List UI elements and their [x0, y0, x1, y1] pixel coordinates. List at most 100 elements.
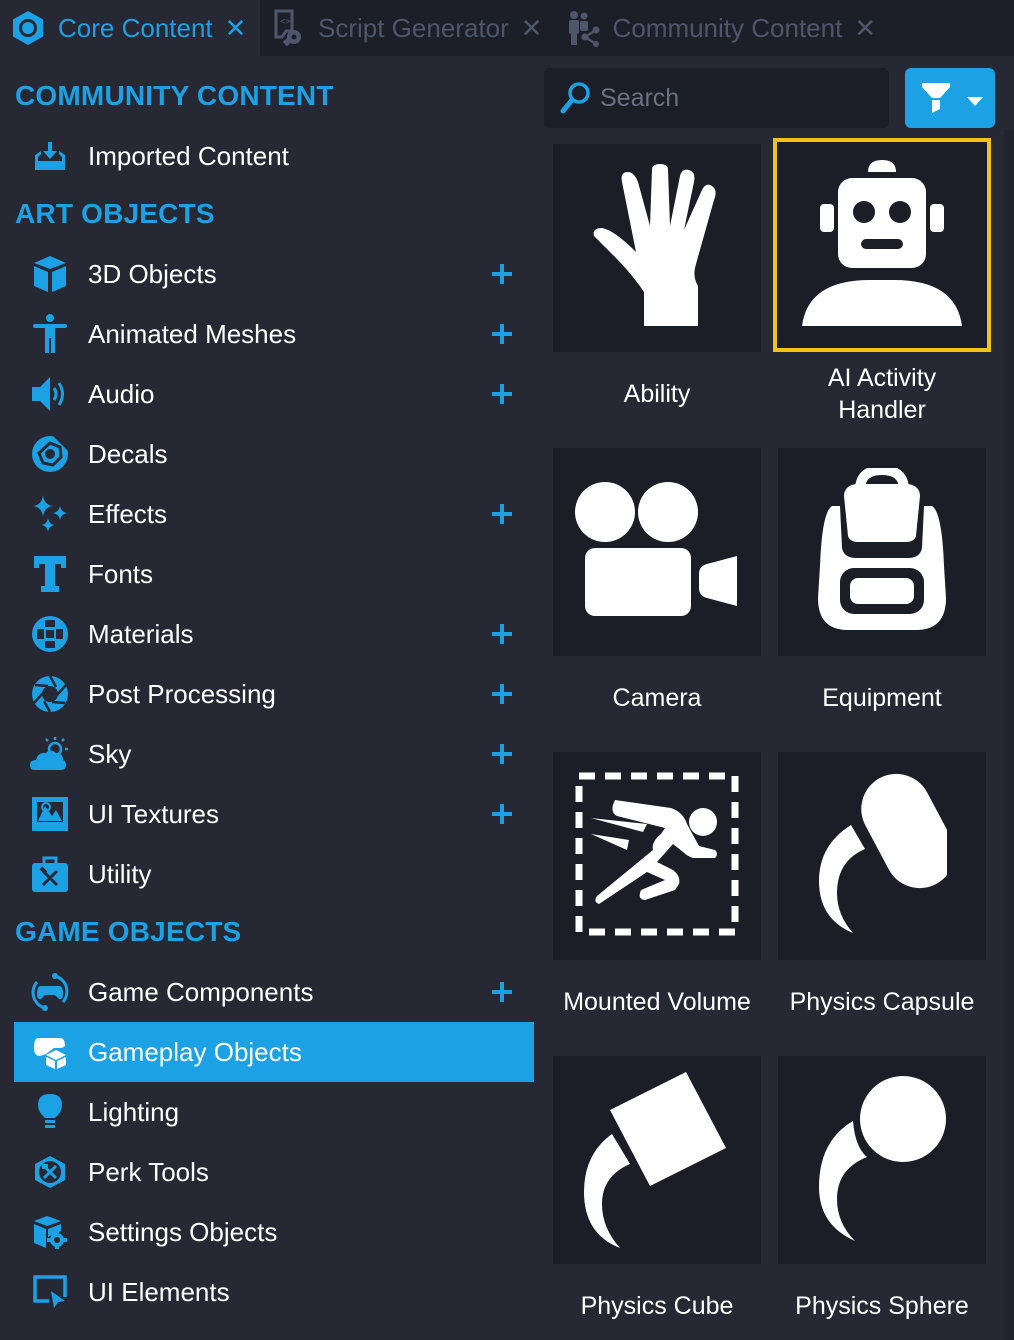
- filter-icon: [921, 82, 951, 119]
- add-icon[interactable]: [488, 620, 516, 648]
- sidebar-item-imported-content[interactable]: Imported Content: [14, 126, 534, 186]
- add-icon[interactable]: [488, 320, 516, 348]
- sidebar-item-lighting[interactable]: Lighting: [14, 1082, 534, 1142]
- sidebar-item-label: Utility: [88, 858, 152, 889]
- toolbox-icon: [30, 854, 70, 894]
- settings-cube-icon: [30, 1212, 70, 1252]
- sidebar-item-perk-tools[interactable]: Perk Tools: [14, 1142, 534, 1202]
- sidebar-item-materials[interactable]: Materials: [14, 604, 534, 664]
- image-icon: [30, 794, 70, 834]
- sidebar-item-label: 3D Objects: [88, 258, 217, 289]
- sidebar-item-fonts[interactable]: Fonts: [14, 544, 534, 604]
- tile-image: [778, 752, 986, 960]
- tile-image: [553, 144, 761, 352]
- search-input[interactable]: [600, 68, 880, 128]
- sidebar-item-label: Lighting: [88, 1096, 180, 1127]
- sidebar-item-gameplay-objects[interactable]: Gameplay Objects: [14, 1022, 534, 1082]
- sidebar-item-label: Decals: [88, 438, 168, 469]
- tab-community-content[interactable]: Community Content ✕: [555, 0, 889, 56]
- add-icon[interactable]: [488, 380, 516, 408]
- close-icon[interactable]: ✕: [521, 13, 543, 44]
- running-volume-icon: [575, 772, 739, 941]
- sidebar-item-label: Sky: [88, 738, 132, 769]
- tile-image: [773, 138, 991, 352]
- sidebar-item-game-components[interactable]: Game Components: [14, 962, 534, 1022]
- tile-label: Ability: [623, 380, 691, 408]
- sidebar-item-settings-objects[interactable]: Settings Objects: [14, 1202, 534, 1262]
- community-content-icon: [565, 10, 601, 47]
- sidebar-item-sky[interactable]: Sky: [14, 724, 534, 784]
- robot-icon: [800, 159, 964, 331]
- tile-image: [553, 448, 761, 656]
- add-icon[interactable]: [488, 740, 516, 768]
- tab-label: Core Content: [58, 12, 213, 43]
- svg-text:<>: <>: [280, 17, 291, 27]
- tab-core-content[interactable]: Core Content ✕: [0, 0, 260, 56]
- physics-sphere-icon: [817, 1075, 947, 1246]
- add-icon[interactable]: [488, 500, 516, 528]
- add-icon[interactable]: [488, 800, 516, 828]
- sidebar-item-label: Game Components: [88, 976, 314, 1007]
- sidebar-item-ui-elements[interactable]: UI Elements: [14, 1262, 534, 1322]
- sidebar-item-label: UI Elements: [88, 1276, 230, 1307]
- aperture-icon: [30, 674, 70, 714]
- tile-label: AI Activity Handler: [827, 364, 937, 424]
- tile-label: Physics Cube: [580, 1292, 734, 1320]
- caret-down-icon: [967, 94, 983, 112]
- tile-image: [778, 1056, 986, 1264]
- filter-button[interactable]: [905, 68, 995, 128]
- core-content-icon: [10, 10, 46, 46]
- tab-label: Community Content: [612, 12, 843, 43]
- sidebar-item-utility[interactable]: Utility: [14, 844, 534, 904]
- category-sidebar: COMMUNITY CONTENT Imported Content ART O…: [0, 56, 540, 1340]
- sidebar-item-effects[interactable]: Effects: [14, 484, 534, 544]
- sidebar-item-label: Imported Content: [88, 140, 289, 171]
- physics-cube-icon: [582, 1068, 732, 1253]
- sidebar-item-label: Audio: [88, 378, 155, 409]
- cube-icon: [30, 254, 70, 294]
- tile-image: [553, 1056, 761, 1264]
- backpack-icon: [816, 464, 948, 637]
- close-icon[interactable]: ✕: [854, 13, 876, 44]
- sidebar-item-label: Post Processing: [88, 678, 276, 709]
- tab-label: Script Generator: [318, 12, 509, 43]
- tile-label: Physics Sphere: [795, 1292, 969, 1320]
- search-icon: [560, 80, 592, 121]
- sidebar-item-ui-textures[interactable]: UI Textures: [14, 784, 534, 844]
- tile-label: Equipment: [822, 684, 942, 712]
- sidebar-item-label: Settings Objects: [88, 1216, 278, 1247]
- sidebar-item-label: Fonts: [88, 558, 154, 589]
- sidebar-item-label: Materials: [88, 618, 194, 649]
- scrollbar[interactable]: [1004, 130, 1014, 1340]
- tile-label: Camera: [612, 684, 702, 712]
- materials-icon: [30, 614, 70, 654]
- hand-icon: [592, 163, 722, 333]
- tab-script-generator[interactable]: <> Script Generator ✕: [260, 0, 555, 56]
- sidebar-item-decals[interactable]: Decals: [14, 424, 534, 484]
- add-icon[interactable]: [488, 260, 516, 288]
- close-icon[interactable]: ✕: [225, 13, 247, 44]
- sidebar-item-label: Gameplay Objects: [88, 1036, 302, 1067]
- script-generator-icon: <>: [270, 9, 306, 47]
- sky-icon: [30, 734, 70, 774]
- tile-image: [778, 448, 986, 656]
- section-title-game-objects: GAME OBJECTS: [15, 916, 242, 947]
- sidebar-item-label: UI Textures: [88, 798, 220, 829]
- movie-camera-icon: [575, 481, 739, 623]
- sidebar-item-3d-objects[interactable]: 3D Objects: [14, 244, 534, 304]
- lightbulb-icon: [30, 1092, 70, 1132]
- sidebar-item-label: Effects: [88, 498, 168, 529]
- section-title-art-objects: ART OBJECTS: [15, 198, 215, 229]
- sidebar-item-label: Perk Tools: [88, 1156, 209, 1187]
- sidebar-item-post-processing[interactable]: Post Processing: [14, 664, 534, 724]
- physics-capsule-icon: [817, 769, 955, 944]
- sidebar-item-audio[interactable]: Audio: [14, 364, 534, 424]
- section-title-community-content: COMMUNITY CONTENT: [15, 80, 334, 111]
- import-icon: [30, 136, 70, 176]
- add-icon[interactable]: [488, 978, 516, 1006]
- add-icon[interactable]: [488, 680, 516, 708]
- sidebar-item-animated-meshes[interactable]: Animated Meshes: [14, 304, 534, 364]
- tab-bar: Core Content ✕ <> Script Generator ✕ Com…: [0, 0, 1014, 56]
- tile-label: Physics Capsule: [789, 988, 975, 1016]
- sidebar-item-label: Animated Meshes: [88, 318, 297, 349]
